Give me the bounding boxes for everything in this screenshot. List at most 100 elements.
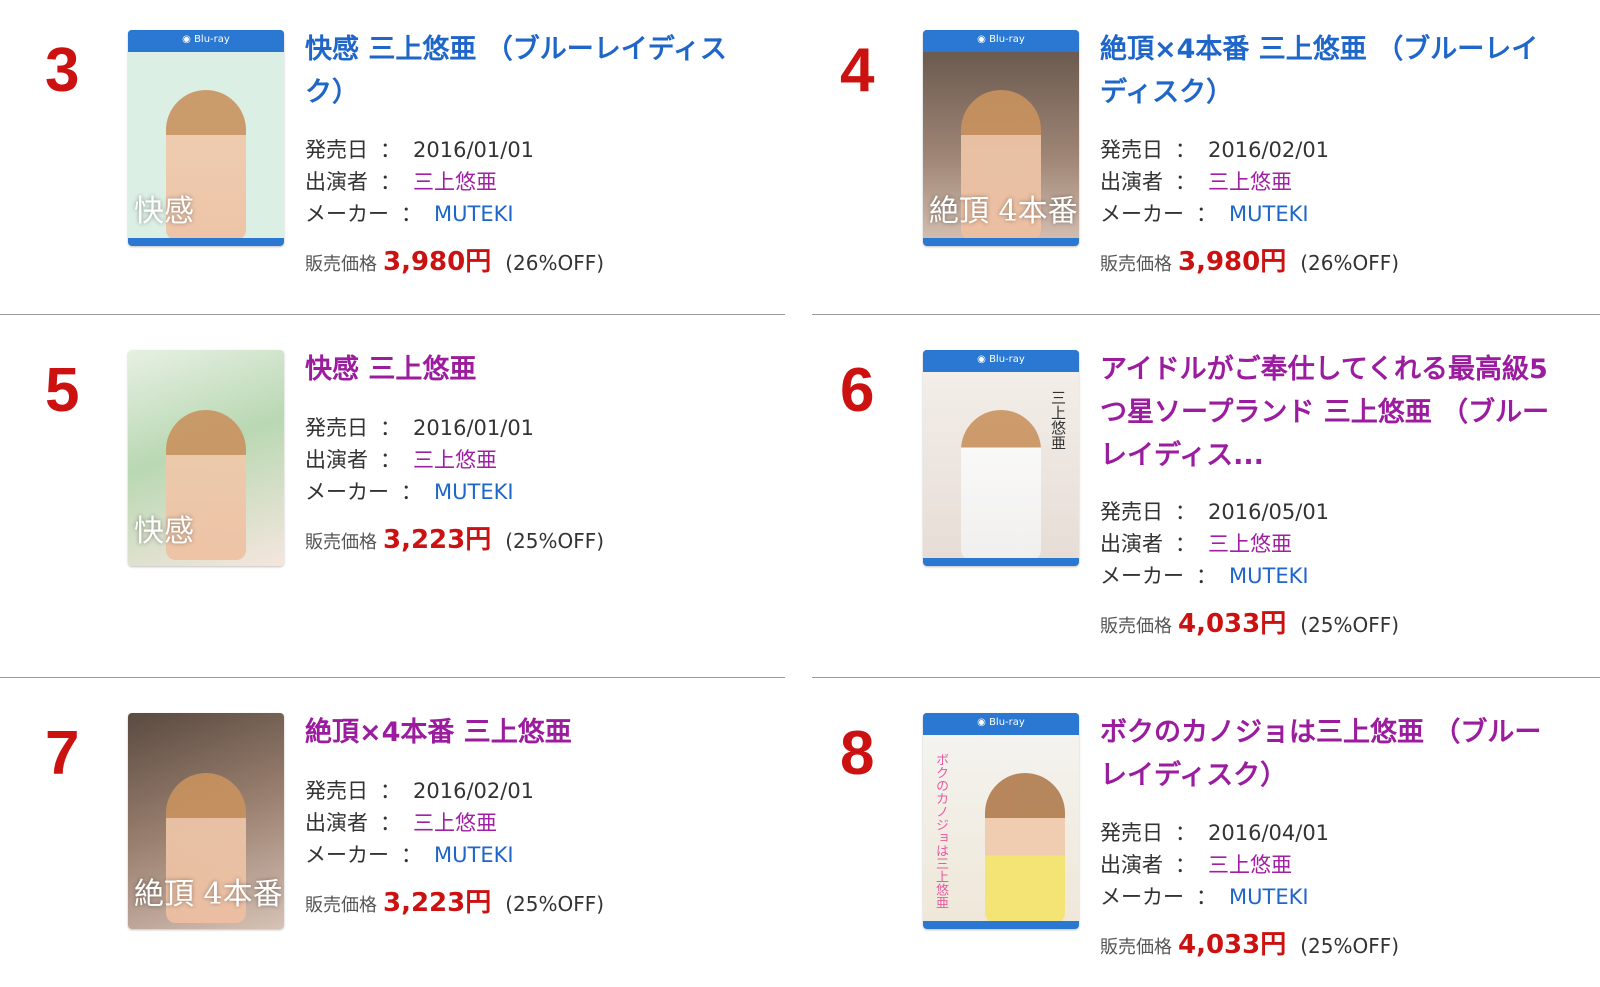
release-date-label: 発売日: [1100, 500, 1163, 524]
maker-label: メーカー: [305, 202, 389, 226]
rank-number: 6: [840, 356, 875, 425]
price-amount: 4,033円: [1178, 930, 1287, 960]
performer-link[interactable]: 三上悠亜: [1208, 853, 1292, 877]
maker-label: メーカー: [1100, 564, 1184, 588]
release-date-label: 発売日: [305, 138, 368, 162]
product-cover-image[interactable]: ◉ Blu-ray ボクのカノジョは三上悠亜: [923, 713, 1079, 929]
price-label: 販売価格: [1100, 254, 1172, 275]
product-meta: 発売日： 2016/01/01 出演者：三上悠亜 メーカー： MUTEKI: [305, 138, 535, 226]
price-row: 販売価格 4,033円 (25%OFF): [1100, 924, 1399, 961]
bluray-logo-icon: ◉ Blu-ray: [977, 717, 1025, 728]
rank-number: 4: [840, 36, 875, 105]
product-cover-image[interactable]: ◉ Blu-ray 絶頂 4本番: [923, 30, 1079, 246]
price-amount: 3,980円: [1178, 247, 1287, 277]
maker-label: メーカー: [1100, 202, 1184, 226]
product-meta: 発売日： 2016/05/01 出演者：三上悠亜 メーカー： MUTEKI: [1100, 500, 1330, 588]
release-date: 2016/05/01: [1208, 500, 1330, 524]
bluray-logo-icon: ◉ Blu-ray: [977, 34, 1025, 45]
cover-caption: 快感: [134, 514, 194, 549]
discount-badge: (25%OFF): [1300, 934, 1400, 958]
product-meta: 発売日： 2016/02/01 出演者：三上悠亜 メーカー： MUTEKI: [1100, 138, 1330, 226]
performer-link[interactable]: 三上悠亜: [413, 811, 497, 835]
product-title-link[interactable]: 絶頂×4本番 三上悠亜 （ブルーレイディスク）: [1100, 28, 1560, 114]
cover-caption: 絶頂 4本番: [929, 194, 1078, 229]
performer-label: 出演者: [305, 448, 368, 472]
price-row: 販売価格 3,980円 (26%OFF): [1100, 241, 1399, 278]
product-title-link[interactable]: 快感 三上悠亜: [305, 348, 765, 391]
discount-badge: (26%OFF): [1300, 251, 1400, 275]
rank-number: 3: [45, 36, 80, 105]
rank-number: 5: [45, 356, 80, 425]
discount-badge: (26%OFF): [505, 251, 605, 275]
product-title-link[interactable]: 絶頂×4本番 三上悠亜: [305, 711, 765, 754]
rank-number: 7: [45, 719, 80, 788]
bluray-band: ◉ Blu-ray: [923, 30, 1079, 52]
row-divider: [812, 314, 1600, 315]
cover-caption: 絶頂 4本番: [134, 877, 283, 912]
product-title-link[interactable]: アイドルがご奉仕してくれる最高級5つ星ソープランド 三上悠亜 （ブルーレイディス…: [1100, 348, 1560, 477]
maker-link[interactable]: MUTEKI: [434, 202, 514, 226]
price-label: 販売価格: [1100, 937, 1172, 958]
performer-label: 出演者: [1100, 853, 1163, 877]
price-label: 販売価格: [1100, 616, 1172, 637]
bluray-logo-icon: ◉ Blu-ray: [182, 34, 230, 45]
product-cover-image[interactable]: ◉ Blu-ray 三上悠亜: [923, 350, 1079, 566]
product-meta: 発売日： 2016/01/01 出演者：三上悠亜 メーカー： MUTEKI: [305, 416, 535, 504]
performer-label: 出演者: [305, 811, 368, 835]
discount-badge: (25%OFF): [1300, 613, 1400, 637]
bluray-band: ◉ Blu-ray: [128, 30, 284, 52]
performer-link[interactable]: 三上悠亜: [1208, 532, 1292, 556]
cover-caption: 三上悠亜: [1049, 390, 1067, 450]
product-cover-image[interactable]: 快感: [128, 350, 284, 566]
performer-link[interactable]: 三上悠亜: [413, 170, 497, 194]
release-date: 2016/01/01: [413, 416, 535, 440]
product-meta: 発売日： 2016/04/01 出演者：三上悠亜 メーカー： MUTEKI: [1100, 821, 1330, 909]
maker-label: メーカー: [305, 480, 389, 504]
cover-figure: [985, 773, 1065, 923]
ranking-grid: 3 ◉ Blu-ray 快感 快感 三上悠亜 （ブルーレイディスク） 発売日： 2…: [0, 0, 1600, 987]
product-cover-image[interactable]: 絶頂 4本番: [128, 713, 284, 929]
cover-figure: [961, 410, 1041, 560]
price-amount: 3,223円: [383, 525, 492, 555]
bluray-band: ◉ Blu-ray: [923, 713, 1079, 735]
price-row: 販売価格 3,980円 (26%OFF): [305, 241, 604, 278]
release-date: 2016/02/01: [1208, 138, 1330, 162]
release-date-label: 発売日: [305, 416, 368, 440]
performer-label: 出演者: [1100, 532, 1163, 556]
discount-badge: (25%OFF): [505, 529, 605, 553]
price-row: 販売価格 4,033円 (25%OFF): [1100, 603, 1399, 640]
performer-link[interactable]: 三上悠亜: [413, 448, 497, 472]
cover-caption: ボクのカノジョは三上悠亜: [933, 753, 948, 909]
row-divider: [0, 314, 785, 315]
maker-label: メーカー: [305, 843, 389, 867]
maker-link[interactable]: MUTEKI: [434, 480, 514, 504]
row-divider: [0, 677, 785, 678]
rank-number: 8: [840, 719, 875, 788]
maker-link[interactable]: MUTEKI: [1229, 885, 1309, 909]
price-amount: 3,223円: [383, 888, 492, 918]
row-divider: [812, 677, 1600, 678]
price-label: 販売価格: [305, 254, 377, 275]
price-label: 販売価格: [305, 532, 377, 553]
maker-link[interactable]: MUTEKI: [1229, 202, 1309, 226]
release-date-label: 発売日: [1100, 138, 1163, 162]
release-date: 2016/04/01: [1208, 821, 1330, 845]
product-title-link[interactable]: ボクのカノジョは三上悠亜 （ブルーレイディスク）: [1100, 711, 1560, 797]
product-title-link[interactable]: 快感 三上悠亜 （ブルーレイディスク）: [305, 28, 765, 114]
bluray-logo-icon: ◉ Blu-ray: [977, 354, 1025, 365]
performer-link[interactable]: 三上悠亜: [1208, 170, 1292, 194]
cover-caption: 快感: [134, 194, 194, 229]
maker-link[interactable]: MUTEKI: [1229, 564, 1309, 588]
performer-label: 出演者: [305, 170, 368, 194]
release-date: 2016/02/01: [413, 779, 535, 803]
release-date-label: 発売日: [305, 779, 368, 803]
price-amount: 4,033円: [1178, 609, 1287, 639]
price-row: 販売価格 3,223円 (25%OFF): [305, 519, 604, 556]
price-amount: 3,980円: [383, 247, 492, 277]
product-meta: 発売日： 2016/02/01 出演者：三上悠亜 メーカー： MUTEKI: [305, 779, 535, 867]
price-row: 販売価格 3,223円 (25%OFF): [305, 882, 604, 919]
performer-label: 出演者: [1100, 170, 1163, 194]
maker-label: メーカー: [1100, 885, 1184, 909]
maker-link[interactable]: MUTEKI: [434, 843, 514, 867]
product-cover-image[interactable]: ◉ Blu-ray 快感: [128, 30, 284, 246]
